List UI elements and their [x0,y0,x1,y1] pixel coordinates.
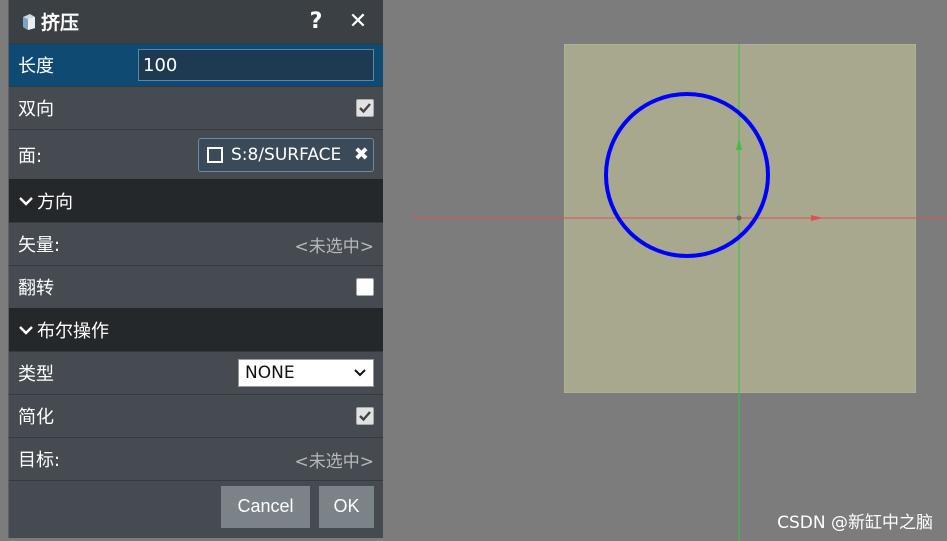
type-select[interactable]: NONE [238,359,374,387]
extrude-dialog: 挤压 ? ✕ 长度 100 双向 面: S:8/SURFACE ✖ 方向 矢量: [8,0,383,538]
y-axis-arrow [736,138,742,150]
checkmark-icon [359,103,371,114]
chevron-down-icon [19,196,33,206]
simplify-label: 简化 [18,407,54,428]
flip-checkbox[interactable] [356,278,374,296]
face-selection-chip[interactable]: S:8/SURFACE ✖ [198,137,374,172]
origin-point [736,215,742,221]
dialog-title-bar: 挤压 ? ✕ [9,0,383,43]
type-row: 类型 NONE [9,351,383,394]
face-row: 面: S:8/SURFACE ✖ [9,129,383,179]
viewport-overlay [413,44,947,541]
bidirectional-checkbox[interactable] [356,99,374,117]
help-button[interactable]: ? [301,9,331,34]
type-label: 类型 [18,364,54,385]
length-value: 100 [143,54,178,76]
vector-row[interactable]: 矢量: <未选中> [9,222,383,265]
chevron-down-icon [354,369,366,377]
face-label: 面: [18,145,43,167]
type-value: NONE [245,363,295,383]
x-axis-arrow [811,215,823,221]
target-label: 目标: [18,450,61,471]
length-input[interactable]: 100 [138,49,374,81]
flip-label: 翻转 [18,278,54,299]
simplify-checkbox[interactable] [356,407,374,425]
vector-label: 矢量: [18,235,61,256]
cancel-button[interactable]: Cancel [221,485,310,528]
target-row[interactable]: 目标: <未选中> [9,437,383,480]
length-label: 长度 [18,56,54,77]
length-row: 长度 100 [9,43,383,86]
watermark: CSDN @新缸中之脑 [777,513,933,533]
flip-row: 翻转 [9,265,383,308]
simplify-row: 简化 [9,394,383,437]
direction-section-title: 方向 [37,191,73,213]
square-icon [207,146,223,163]
boolean-section-title: 布尔操作 [37,320,109,342]
3d-viewport[interactable]: CSDN @新缸中之脑 [383,0,947,541]
sketch-circle[interactable] [604,92,770,258]
dialog-buttons: Cancel OK [9,480,383,532]
close-button[interactable]: ✕ [343,9,373,34]
bidirectional-row: 双向 [9,86,383,129]
chevron-down-icon [19,325,33,335]
direction-section-header[interactable]: 方向 [9,179,383,222]
ok-button[interactable]: OK [319,485,374,528]
remove-icon[interactable]: ✖ [354,144,369,165]
dialog-title: 挤压 [41,12,80,34]
checkmark-icon [359,411,371,422]
boolean-section-header[interactable]: 布尔操作 [9,308,383,351]
face-value: S:8/SURFACE [231,144,342,165]
vector-value: <未选中> [294,236,375,257]
target-value: <未选中> [294,451,375,472]
bidirectional-label: 双向 [18,99,54,120]
extrude-icon [23,13,35,30]
